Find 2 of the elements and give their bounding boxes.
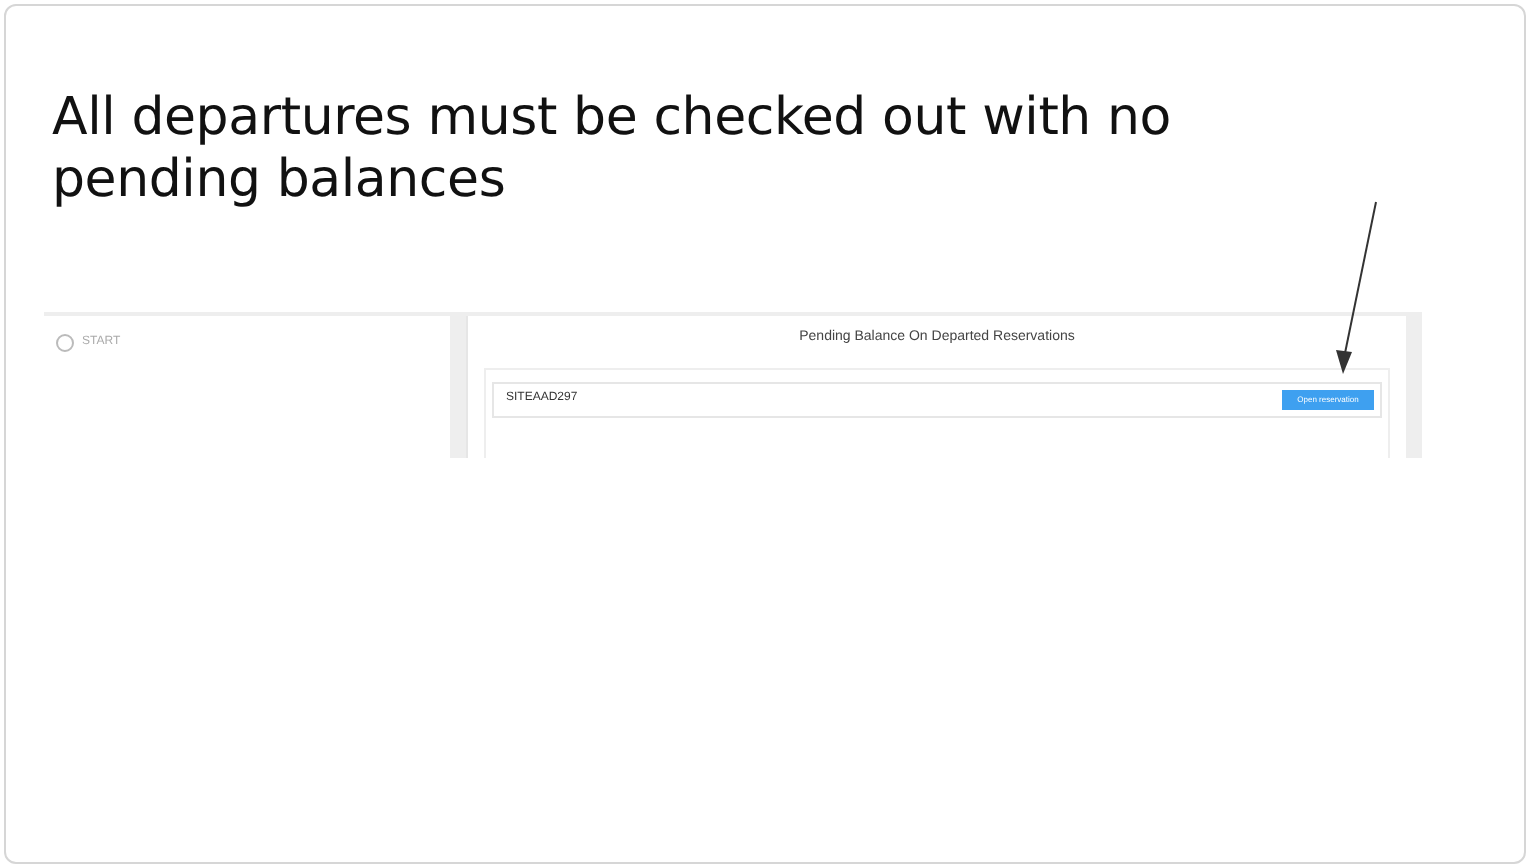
step-icon [56, 334, 74, 352]
slide-title: All departures must be checked out with no pending balances [50, 86, 1174, 212]
